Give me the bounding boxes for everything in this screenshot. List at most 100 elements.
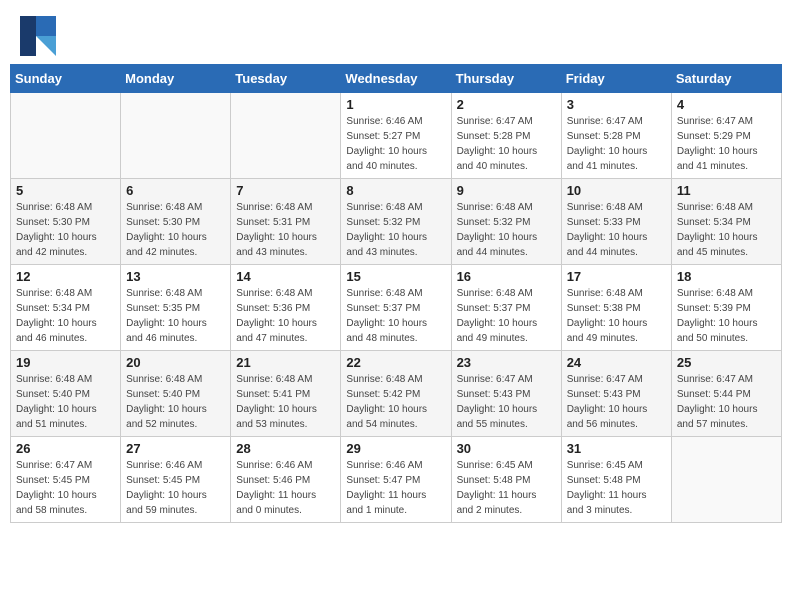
calendar-cell: 19 Sunrise: 6:48 AM Sunset: 5:40 PM Dayli… <box>11 351 121 437</box>
calendar-cell: 26 Sunrise: 6:47 AM Sunset: 5:45 PM Dayli… <box>11 437 121 523</box>
calendar-cell: 4 Sunrise: 6:47 AM Sunset: 5:29 PM Daylig… <box>671 93 781 179</box>
day-number: 1 <box>346 97 445 112</box>
day-number: 18 <box>677 269 776 284</box>
calendar-cell: 12 Sunrise: 6:48 AM Sunset: 5:34 PM Dayli… <box>11 265 121 351</box>
calendar-cell: 1 Sunrise: 6:46 AM Sunset: 5:27 PM Daylig… <box>341 93 451 179</box>
day-info: Sunrise: 6:47 AM Sunset: 5:29 PM Dayligh… <box>677 114 776 174</box>
day-number: 5 <box>16 183 115 198</box>
calendar-cell: 13 Sunrise: 6:48 AM Sunset: 5:35 PM Dayli… <box>121 265 231 351</box>
day-info: Sunrise: 6:48 AM Sunset: 5:37 PM Dayligh… <box>346 286 445 346</box>
calendar-cell: 30 Sunrise: 6:45 AM Sunset: 5:48 PM Dayli… <box>451 437 561 523</box>
calendar-cell: 7 Sunrise: 6:48 AM Sunset: 5:31 PM Daylig… <box>231 179 341 265</box>
day-info: Sunrise: 6:47 AM Sunset: 5:43 PM Dayligh… <box>457 372 556 432</box>
calendar-cell: 5 Sunrise: 6:48 AM Sunset: 5:30 PM Daylig… <box>11 179 121 265</box>
day-info: Sunrise: 6:48 AM Sunset: 5:34 PM Dayligh… <box>16 286 115 346</box>
calendar-cell: 10 Sunrise: 6:48 AM Sunset: 5:33 PM Dayli… <box>561 179 671 265</box>
calendar-cell: 31 Sunrise: 6:45 AM Sunset: 5:48 PM Dayli… <box>561 437 671 523</box>
day-number: 14 <box>236 269 335 284</box>
day-number: 3 <box>567 97 666 112</box>
day-number: 4 <box>677 97 776 112</box>
day-number: 12 <box>16 269 115 284</box>
day-number: 19 <box>16 355 115 370</box>
calendar-cell: 24 Sunrise: 6:47 AM Sunset: 5:43 PM Dayli… <box>561 351 671 437</box>
calendar-cell: 22 Sunrise: 6:48 AM Sunset: 5:42 PM Dayli… <box>341 351 451 437</box>
weekday-header: Monday <box>121 65 231 93</box>
calendar-cell: 25Sunrise: 6:47 AM Sunset: 5:44 PM Dayli… <box>671 351 781 437</box>
calendar-cell: 11 Sunrise: 6:48 AM Sunset: 5:34 PM Dayli… <box>671 179 781 265</box>
weekday-header: Sunday <box>11 65 121 93</box>
day-number: 22 <box>346 355 445 370</box>
day-info: Sunrise: 6:48 AM Sunset: 5:39 PM Dayligh… <box>677 286 776 346</box>
day-number: 21 <box>236 355 335 370</box>
day-number: 23 <box>457 355 556 370</box>
calendar-cell: 17 Sunrise: 6:48 AM Sunset: 5:38 PM Dayli… <box>561 265 671 351</box>
calendar-cell: 15 Sunrise: 6:48 AM Sunset: 5:37 PM Dayli… <box>341 265 451 351</box>
day-info: Sunrise: 6:48 AM Sunset: 5:36 PM Dayligh… <box>236 286 335 346</box>
day-info: Sunrise: 6:47 AM Sunset: 5:28 PM Dayligh… <box>457 114 556 174</box>
day-info: Sunrise: 6:46 AM Sunset: 5:27 PM Dayligh… <box>346 114 445 174</box>
day-number: 26 <box>16 441 115 456</box>
calendar-week-row: 1 Sunrise: 6:46 AM Sunset: 5:27 PM Daylig… <box>11 93 782 179</box>
weekday-header: Saturday <box>671 65 781 93</box>
day-info: Sunrise: 6:45 AM Sunset: 5:48 PM Dayligh… <box>567 458 666 518</box>
calendar-cell: 29 Sunrise: 6:46 AM Sunset: 5:47 PM Dayli… <box>341 437 451 523</box>
day-info: Sunrise: 6:48 AM Sunset: 5:40 PM Dayligh… <box>16 372 115 432</box>
day-number: 8 <box>346 183 445 198</box>
day-info: Sunrise: 6:48 AM Sunset: 5:40 PM Dayligh… <box>126 372 225 432</box>
calendar-cell: 14 Sunrise: 6:48 AM Sunset: 5:36 PM Dayli… <box>231 265 341 351</box>
calendar-cell: 8Sunrise: 6:48 AM Sunset: 5:32 PM Daylig… <box>341 179 451 265</box>
day-info: Sunrise: 6:47 AM Sunset: 5:43 PM Dayligh… <box>567 372 666 432</box>
day-number: 29 <box>346 441 445 456</box>
calendar-cell <box>671 437 781 523</box>
day-info: Sunrise: 6:46 AM Sunset: 5:45 PM Dayligh… <box>126 458 225 518</box>
day-number: 17 <box>567 269 666 284</box>
day-info: Sunrise: 6:48 AM Sunset: 5:30 PM Dayligh… <box>126 200 225 260</box>
day-number: 10 <box>567 183 666 198</box>
day-info: Sunrise: 6:48 AM Sunset: 5:42 PM Dayligh… <box>346 372 445 432</box>
calendar-cell <box>11 93 121 179</box>
calendar-cell: 16Sunrise: 6:48 AM Sunset: 5:37 PM Dayli… <box>451 265 561 351</box>
day-number: 31 <box>567 441 666 456</box>
day-number: 30 <box>457 441 556 456</box>
calendar-week-row: 19 Sunrise: 6:48 AM Sunset: 5:40 PM Dayli… <box>11 351 782 437</box>
calendar-cell: 2Sunrise: 6:47 AM Sunset: 5:28 PM Daylig… <box>451 93 561 179</box>
calendar-header: SundayMondayTuesdayWednesdayThursdayFrid… <box>11 65 782 93</box>
day-number: 15 <box>346 269 445 284</box>
day-info: Sunrise: 6:48 AM Sunset: 5:31 PM Dayligh… <box>236 200 335 260</box>
day-info: Sunrise: 6:45 AM Sunset: 5:48 PM Dayligh… <box>457 458 556 518</box>
calendar-cell: 20 Sunrise: 6:48 AM Sunset: 5:40 PM Dayli… <box>121 351 231 437</box>
day-info: Sunrise: 6:48 AM Sunset: 5:30 PM Dayligh… <box>16 200 115 260</box>
page-header <box>0 0 792 64</box>
day-info: Sunrise: 6:48 AM Sunset: 5:33 PM Dayligh… <box>567 200 666 260</box>
day-info: Sunrise: 6:47 AM Sunset: 5:45 PM Dayligh… <box>16 458 115 518</box>
day-number: 20 <box>126 355 225 370</box>
logo <box>20 16 58 56</box>
day-number: 11 <box>677 183 776 198</box>
weekday-header: Thursday <box>451 65 561 93</box>
day-info: Sunrise: 6:48 AM Sunset: 5:32 PM Dayligh… <box>457 200 556 260</box>
day-number: 24 <box>567 355 666 370</box>
day-info: Sunrise: 6:48 AM Sunset: 5:41 PM Dayligh… <box>236 372 335 432</box>
day-info: Sunrise: 6:48 AM Sunset: 5:34 PM Dayligh… <box>677 200 776 260</box>
calendar-cell: 6Sunrise: 6:48 AM Sunset: 5:30 PM Daylig… <box>121 179 231 265</box>
day-info: Sunrise: 6:47 AM Sunset: 5:44 PM Dayligh… <box>677 372 776 432</box>
calendar-cell: 28Sunrise: 6:46 AM Sunset: 5:46 PM Dayli… <box>231 437 341 523</box>
weekday-row: SundayMondayTuesdayWednesdayThursdayFrid… <box>11 65 782 93</box>
weekday-header: Wednesday <box>341 65 451 93</box>
day-number: 7 <box>236 183 335 198</box>
calendar-cell: 21 Sunrise: 6:48 AM Sunset: 5:41 PM Dayli… <box>231 351 341 437</box>
weekday-header: Friday <box>561 65 671 93</box>
day-info: Sunrise: 6:48 AM Sunset: 5:35 PM Dayligh… <box>126 286 225 346</box>
day-number: 13 <box>126 269 225 284</box>
day-number: 27 <box>126 441 225 456</box>
calendar-body: 1 Sunrise: 6:46 AM Sunset: 5:27 PM Daylig… <box>11 93 782 523</box>
day-info: Sunrise: 6:48 AM Sunset: 5:38 PM Dayligh… <box>567 286 666 346</box>
weekday-header: Tuesday <box>231 65 341 93</box>
calendar-week-row: 26 Sunrise: 6:47 AM Sunset: 5:45 PM Dayli… <box>11 437 782 523</box>
calendar-cell <box>121 93 231 179</box>
calendar-week-row: 5 Sunrise: 6:48 AM Sunset: 5:30 PM Daylig… <box>11 179 782 265</box>
calendar-week-row: 12 Sunrise: 6:48 AM Sunset: 5:34 PM Dayli… <box>11 265 782 351</box>
calendar-cell: 18 Sunrise: 6:48 AM Sunset: 5:39 PM Dayli… <box>671 265 781 351</box>
day-info: Sunrise: 6:46 AM Sunset: 5:47 PM Dayligh… <box>346 458 445 518</box>
day-info: Sunrise: 6:48 AM Sunset: 5:37 PM Dayligh… <box>457 286 556 346</box>
